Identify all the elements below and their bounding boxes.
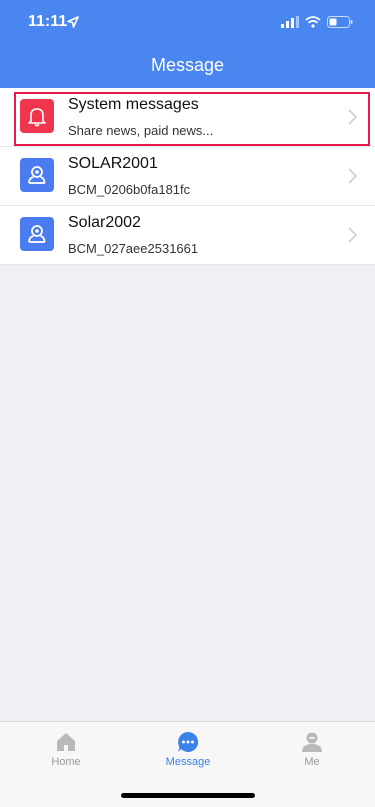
- message-list: System messages Share news, paid news...…: [0, 88, 375, 265]
- tab-me[interactable]: Me: [272, 728, 352, 768]
- app-header: 11:11 Message: [0, 0, 375, 88]
- message-item-system[interactable]: System messages Share news, paid news...: [0, 88, 375, 147]
- camera-user-icon: [28, 225, 46, 243]
- tab-message[interactable]: Message: [148, 728, 228, 768]
- message-item-solar2002[interactable]: Solar2002 BCM_027aee2531661: [0, 206, 375, 265]
- tab-label: Home: [51, 756, 81, 768]
- message-subtitle: BCM_027aee2531661: [68, 241, 199, 256]
- home-icon: [57, 733, 75, 751]
- message-item-solar2001[interactable]: SOLAR2001 BCM_0206b0fa181fc: [0, 147, 375, 206]
- chat-bubble-icon: [178, 731, 199, 752]
- cellular-signal-icon: [281, 16, 299, 28]
- page-title: Message: [150, 55, 225, 75]
- tab-label: Me: [304, 756, 320, 768]
- chevron-right-icon: [348, 168, 357, 184]
- message-title: Solar2002: [68, 214, 141, 231]
- device-avatar: [20, 217, 54, 251]
- battery-icon: [327, 16, 353, 28]
- camera-user-icon: [28, 166, 46, 184]
- tab-label: Message: [165, 756, 211, 768]
- chevron-right-icon: [348, 227, 357, 243]
- chevron-right-icon: [348, 109, 357, 125]
- device-avatar: [20, 158, 54, 192]
- wifi-icon: [305, 16, 321, 28]
- person-icon: [302, 732, 322, 752]
- tab-home[interactable]: Home: [26, 728, 106, 768]
- message-subtitle: BCM_0206b0fa181fc: [68, 182, 191, 197]
- system-avatar: [20, 99, 54, 133]
- message-title: System messages: [68, 96, 199, 113]
- location-arrow-icon: [67, 16, 79, 28]
- home-indicator[interactable]: [121, 793, 255, 798]
- message-title: SOLAR2001: [68, 155, 158, 172]
- bell-icon: [28, 108, 46, 127]
- status-bar: 11:11: [0, 0, 375, 44]
- message-subtitle: Share news, paid news...: [68, 123, 214, 138]
- status-time: 11:11: [28, 13, 68, 30]
